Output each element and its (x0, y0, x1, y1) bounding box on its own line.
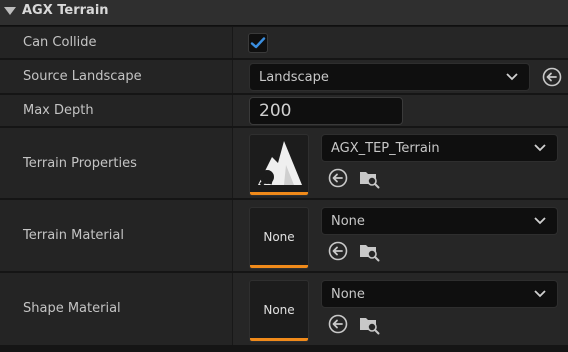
shape-material-dropdown[interactable]: None (321, 280, 558, 308)
value-cell (233, 27, 568, 58)
use-selected-arrow-icon[interactable] (541, 66, 563, 88)
thumbnail-none-text: None (263, 230, 295, 244)
shape-material-thumbnail[interactable]: None (249, 280, 309, 342)
dropdown-value: None (331, 287, 365, 302)
property-label: Max Depth (23, 103, 94, 118)
browse-asset-icon[interactable] (358, 313, 380, 335)
splitter[interactable] (232, 128, 233, 198)
terrain-properties-dropdown[interactable]: AGX_TEP_Terrain (321, 134, 558, 162)
terrain-properties-asset-icon (258, 141, 302, 187)
checkmark-icon (250, 37, 266, 49)
category-title: AGX Terrain (22, 3, 109, 18)
property-label: Source Landscape (23, 69, 142, 84)
dropdown-value: AGX_TEP_Terrain (331, 141, 440, 156)
browse-asset-icon[interactable] (358, 167, 380, 189)
dropdown-value: Landscape (259, 70, 329, 85)
source-landscape-dropdown[interactable]: Landscape (249, 63, 530, 91)
property-label: Terrain Material (23, 228, 124, 243)
property-row-can-collide: Can Collide (0, 27, 568, 59)
terrain-material-thumbnail[interactable]: None (249, 207, 309, 269)
use-selected-arrow-icon[interactable] (327, 313, 349, 335)
chevron-down-icon (534, 217, 546, 225)
use-selected-arrow-icon[interactable] (327, 167, 349, 189)
use-selected-arrow-icon[interactable] (327, 240, 349, 262)
splitter[interactable] (232, 273, 233, 345)
category-header-agx-terrain[interactable]: AGX Terrain (0, 0, 568, 26)
asset-type-bar (250, 265, 308, 268)
max-depth-input[interactable]: 200 (249, 97, 403, 125)
asset-type-bar (250, 192, 308, 195)
asset-type-bar (250, 338, 308, 341)
chevron-down-icon (506, 73, 518, 81)
terrain-properties-thumbnail[interactable] (249, 134, 309, 196)
max-depth-value: 200 (259, 101, 292, 121)
browse-asset-icon[interactable] (358, 240, 380, 262)
thumbnail-none-text: None (263, 303, 295, 317)
chevron-down-icon (534, 144, 546, 152)
splitter[interactable] (232, 95, 233, 126)
chevron-down-icon (534, 290, 546, 298)
property-label: Terrain Properties (23, 156, 137, 171)
splitter[interactable] (232, 60, 233, 93)
splitter[interactable] (232, 200, 233, 271)
dropdown-value: None (331, 214, 365, 229)
terrain-material-dropdown[interactable]: None (321, 207, 558, 235)
can-collide-checkbox[interactable] (248, 33, 268, 53)
splitter[interactable] (232, 27, 233, 58)
property-label: Shape Material (23, 301, 121, 316)
triangle-down-icon[interactable] (4, 7, 16, 15)
property-label: Can Collide (23, 35, 97, 50)
